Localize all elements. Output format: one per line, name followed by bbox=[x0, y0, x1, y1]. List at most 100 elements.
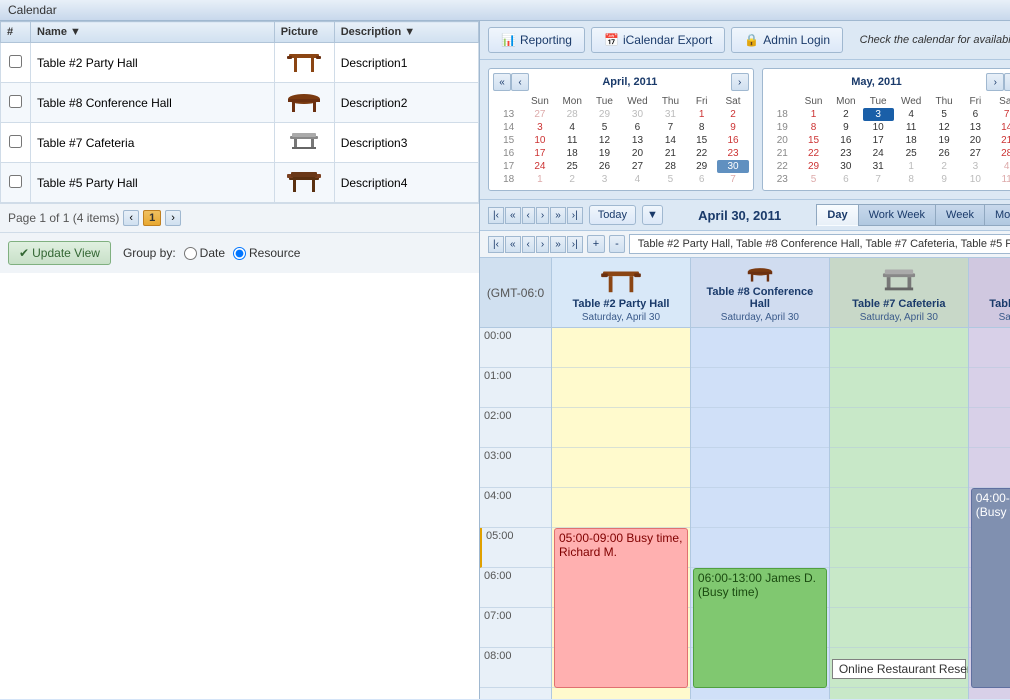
cal-day[interactable]: 29 bbox=[589, 108, 620, 121]
group-by-resource-option[interactable]: Resource bbox=[233, 246, 300, 260]
cal-day[interactable]: 10 bbox=[524, 134, 555, 147]
cal-day[interactable]: 10 bbox=[863, 121, 894, 134]
event-michael[interactable]: 04:00-14:00 Michael S. (Busy time) bbox=[971, 488, 1010, 688]
cal-day[interactable]: 21 bbox=[655, 147, 686, 160]
tab-work-week[interactable]: Work Week bbox=[858, 204, 935, 226]
nav-prev-btn[interactable]: ‹ bbox=[522, 207, 535, 224]
col-header-name[interactable]: Name ▼ bbox=[31, 22, 275, 43]
cal-day[interactable]: 8 bbox=[686, 121, 717, 134]
cal-day[interactable]: 7 bbox=[863, 173, 894, 186]
next-page-btn[interactable]: › bbox=[165, 210, 181, 226]
april-prev2-btn[interactable]: ‹ bbox=[511, 73, 529, 91]
cal-day[interactable]: 4 bbox=[894, 108, 929, 121]
cal-day[interactable]: 9 bbox=[928, 173, 959, 186]
row-check-4[interactable] bbox=[1, 163, 31, 203]
cal-day[interactable]: 13 bbox=[620, 134, 655, 147]
cal-day[interactable]: 15 bbox=[686, 134, 717, 147]
cal-day[interactable]: 25 bbox=[894, 147, 929, 160]
admin-login-btn[interactable]: 🔒 Admin Login bbox=[731, 27, 843, 53]
cal-day[interactable]: 16 bbox=[717, 134, 748, 147]
nav-next-btn[interactable]: › bbox=[536, 207, 549, 224]
cal-day[interactable]: 14 bbox=[991, 121, 1010, 134]
cal-day[interactable]: 28 bbox=[655, 160, 686, 173]
today-nav-dropdown[interactable]: ▼ bbox=[642, 205, 663, 225]
filter-first-btn[interactable]: |‹ bbox=[488, 236, 504, 253]
cal-day[interactable]: 5 bbox=[798, 173, 829, 186]
row-check-3[interactable] bbox=[1, 123, 31, 163]
cal-day[interactable]: 14 bbox=[655, 134, 686, 147]
cal-day[interactable]: 3 bbox=[524, 121, 555, 134]
cal-day[interactable]: 25 bbox=[556, 160, 589, 173]
cal-day[interactable]: 31 bbox=[655, 108, 686, 121]
cal-day[interactable]: 4 bbox=[991, 160, 1010, 173]
group-by-date-option[interactable]: Date bbox=[184, 246, 225, 260]
cal-day[interactable]: 2 bbox=[717, 108, 748, 121]
filter-remove-btn[interactable]: - bbox=[609, 235, 625, 253]
resource-filter-dropdown[interactable]: Table #2 Party Hall, Table #8 Conference… bbox=[629, 234, 1010, 254]
filter-last-btn[interactable]: ›| bbox=[567, 236, 583, 253]
event-james[interactable]: 06:00-13:00 James D. (Busy time) bbox=[693, 568, 827, 688]
cal-day[interactable]: 3 bbox=[589, 173, 620, 186]
cal-day[interactable]: 26 bbox=[928, 147, 959, 160]
cal-day[interactable]: 13 bbox=[960, 121, 991, 134]
cal-day[interactable]: 23 bbox=[717, 147, 748, 160]
tab-month[interactable]: Month bbox=[984, 204, 1010, 226]
cal-day[interactable]: 8 bbox=[894, 173, 929, 186]
may-next2-btn[interactable]: » bbox=[1004, 73, 1010, 91]
cal-day[interactable]: 6 bbox=[620, 121, 655, 134]
tab-day[interactable]: Day bbox=[816, 204, 857, 226]
nav-last-btn[interactable]: ›| bbox=[567, 207, 583, 224]
cal-day[interactable]: 29 bbox=[798, 160, 829, 173]
cal-day[interactable]: 28 bbox=[556, 108, 589, 121]
cal-day[interactable]: 27 bbox=[960, 147, 991, 160]
nav-next-fast-btn[interactable]: » bbox=[550, 207, 566, 224]
cal-day[interactable]: 24 bbox=[524, 160, 555, 173]
cal-day[interactable]: 1 bbox=[524, 173, 555, 186]
cal-day[interactable]: 17 bbox=[863, 134, 894, 147]
cal-day[interactable]: 5 bbox=[589, 121, 620, 134]
cal-day[interactable]: 3 bbox=[960, 160, 991, 173]
cal-day[interactable]: 8 bbox=[798, 121, 829, 134]
prev-page-btn[interactable]: ‹ bbox=[123, 210, 139, 226]
cal-day[interactable]: 2 bbox=[556, 173, 589, 186]
cal-day-today[interactable]: 3 bbox=[863, 108, 894, 121]
filter-next-fast-btn[interactable]: » bbox=[550, 236, 566, 253]
today-nav-btn[interactable]: Today bbox=[589, 205, 636, 225]
cal-day[interactable]: 20 bbox=[960, 134, 991, 147]
cal-day[interactable]: 4 bbox=[620, 173, 655, 186]
cal-day[interactable]: 24 bbox=[863, 147, 894, 160]
cal-day[interactable]: 31 bbox=[863, 160, 894, 173]
cal-day[interactable]: 2 bbox=[928, 160, 959, 173]
cal-day[interactable]: 6 bbox=[686, 173, 717, 186]
cal-day[interactable]: 12 bbox=[928, 121, 959, 134]
cal-day[interactable]: 12 bbox=[589, 134, 620, 147]
filter-prev-btn[interactable]: ‹ bbox=[522, 236, 535, 253]
cal-day[interactable]: 4 bbox=[556, 121, 589, 134]
cal-day[interactable]: 7 bbox=[655, 121, 686, 134]
row-check-1[interactable] bbox=[1, 43, 31, 83]
cal-day[interactable]: 26 bbox=[589, 160, 620, 173]
col-header-description[interactable]: Description ▼ bbox=[334, 22, 478, 43]
filter-add-btn[interactable]: + bbox=[587, 235, 605, 253]
icalendar-btn[interactable]: 📅 iCalendar Export bbox=[591, 27, 725, 53]
filter-prev-fast-btn[interactable]: « bbox=[505, 236, 521, 253]
cal-day[interactable]: 27 bbox=[620, 160, 655, 173]
cal-day[interactable]: 10 bbox=[960, 173, 991, 186]
cal-day[interactable]: 17 bbox=[524, 147, 555, 160]
cal-day[interactable]: 7 bbox=[991, 108, 1010, 121]
cal-day[interactable]: 9 bbox=[829, 121, 862, 134]
cal-day[interactable]: 9 bbox=[717, 121, 748, 134]
cal-day[interactable]: 27 bbox=[524, 108, 555, 121]
cal-day[interactable]: 1 bbox=[894, 160, 929, 173]
cal-day[interactable]: 30 bbox=[620, 108, 655, 121]
group-by-resource-radio[interactable] bbox=[233, 247, 246, 260]
cal-day[interactable]: 1 bbox=[798, 108, 829, 121]
may-next-btn[interactable]: › bbox=[986, 73, 1004, 91]
cal-day[interactable]: 30 bbox=[829, 160, 862, 173]
cal-day[interactable]: 2 bbox=[829, 108, 862, 121]
cal-day[interactable]: 16 bbox=[829, 134, 862, 147]
cal-day[interactable]: 22 bbox=[686, 147, 717, 160]
row-check-2[interactable] bbox=[1, 83, 31, 123]
event-busy-richard[interactable]: 05:00-09:00 Busy time, Richard M. bbox=[554, 528, 688, 688]
cal-day[interactable]: 5 bbox=[655, 173, 686, 186]
